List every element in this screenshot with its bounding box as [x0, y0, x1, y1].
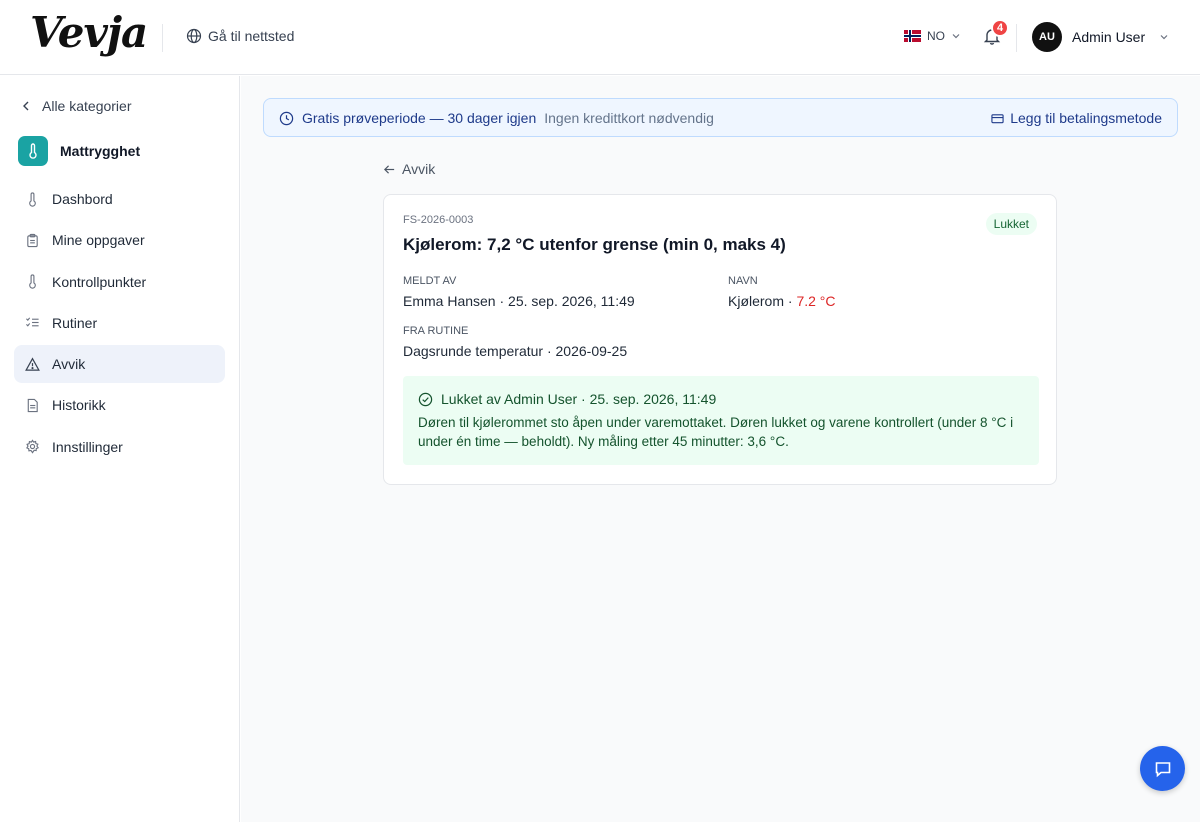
closed-info-box: Lukket av Admin User · 25. sep. 2026, 11…	[403, 376, 1039, 465]
goto-site-label: Gå til nettsted	[208, 28, 295, 44]
sidebar-item-innstillinger[interactable]: Innstillinger	[14, 428, 225, 466]
name-text: Kjølerom ·	[728, 293, 797, 309]
sidebar-item-label: Dashbord	[52, 191, 113, 207]
sidebar-item-label: Rutiner	[52, 314, 98, 331]
sidebar-item-label: Historikk	[52, 397, 106, 414]
trial-subtitle: Ingen kredittkort nødvendig	[544, 110, 714, 126]
closed-by-text: Lukket av Admin User · 25. sep. 2026, 11…	[441, 391, 717, 407]
routine-value: Dagsrunde temperatur · 2026-09-25	[403, 343, 628, 359]
trial-title: Gratis prøveperiode — 30 dager igjen	[302, 110, 537, 126]
credit-card-icon	[991, 113, 1004, 123]
sidebar-item-historikk[interactable]: Historikk	[14, 386, 225, 424]
reported-by-label: MELDT AV	[403, 275, 457, 287]
name-value: Kjølerom · 7.2 °C	[728, 293, 836, 309]
sidebar-item-label: Mine oppgaver	[52, 232, 145, 249]
sidebar-item-label: Kontrollpunkter	[52, 273, 147, 290]
clock-icon	[279, 111, 294, 125]
globe-icon	[186, 28, 202, 44]
deviation-card: FS-2026-0003 Lukket Kjølerom: 7,2 °C ute…	[383, 194, 1057, 485]
top-header: Vevja Gå til nettsted NO 4 AU Admin User	[0, 0, 1200, 75]
clipboard-icon	[27, 233, 38, 247]
arrow-left-icon	[384, 164, 395, 174]
goto-site-link[interactable]: Gå til nettsted	[186, 28, 294, 44]
back-to-categories-label: Alle kategorier	[42, 98, 132, 114]
routine-label: FRA RUTINE	[403, 325, 469, 337]
trial-info: Gratis prøveperiode — 30 dager igjen Ing…	[279, 110, 714, 126]
thermometer-icon	[29, 143, 37, 159]
language-label: NO	[927, 29, 945, 43]
header-divider	[1016, 24, 1017, 52]
back-to-deviations-link[interactable]: Avvik	[383, 161, 435, 177]
trial-banner: Gratis prøveperiode — 30 dager igjen Ing…	[263, 98, 1178, 137]
avatar: AU	[1032, 22, 1062, 52]
check-circle-icon	[418, 392, 433, 406]
gear-icon	[26, 439, 39, 454]
chevron-down-icon	[1160, 35, 1168, 40]
norway-flag-icon	[904, 30, 921, 42]
notification-count-badge: 4	[991, 19, 1009, 37]
thermometer-icon	[29, 191, 36, 207]
closed-description: Døren til kjølerommet sto åpen under var…	[418, 415, 1014, 449]
sidebar-item-dashbord[interactable]: Dashbord	[14, 180, 225, 218]
logo[interactable]: Vevja	[30, 8, 148, 57]
chevron-left-icon	[23, 101, 29, 111]
add-payment-method-button[interactable]: Legg til betalingsmetode	[991, 110, 1162, 126]
chevron-down-icon	[952, 34, 960, 39]
sidebar-item-rutiner[interactable]: Rutiner	[14, 304, 225, 342]
add-payment-method-label: Legg til betalingsmetode	[1010, 110, 1162, 126]
sidebar-item-mine-oppgaver[interactable]: Mine oppgaver	[14, 221, 225, 259]
user-name: Admin User	[1072, 29, 1146, 45]
sidebar: Alle kategorier Mattrygghet Dashbord Min…	[0, 76, 240, 822]
deviation-title: Kjølerom: 7,2 °C utenfor grense (min 0, …	[403, 235, 786, 254]
thermometer-icon	[29, 274, 36, 289]
temperature-value: 7.2 °C	[796, 293, 836, 309]
closed-by-header: Lukket av Admin User · 25. sep. 2026, 11…	[418, 391, 716, 407]
reported-by-value: Emma Hansen · 25. sep. 2026, 11:49	[403, 293, 635, 309]
sidebar-item-label: Avvik	[52, 356, 86, 373]
back-link-label: Avvik	[402, 161, 436, 177]
user-menu[interactable]: AU Admin User	[1032, 22, 1169, 52]
name-label: NAVN	[728, 275, 758, 287]
category-title: Mattrygghet	[60, 143, 141, 159]
deviation-id: FS-2026-0003	[403, 214, 474, 226]
category-header: Mattrygghet	[18, 136, 140, 166]
checklist-icon	[26, 317, 39, 328]
sidebar-nav: Dashbord Mine oppgaver Kontrollpunkter R…	[14, 180, 225, 469]
chat-button[interactable]	[1140, 746, 1185, 791]
sidebar-item-kontrollpunkter[interactable]: Kontrollpunkter	[14, 263, 225, 301]
sidebar-item-label: Innstillinger	[52, 438, 123, 455]
status-badge: Lukket	[985, 213, 1037, 235]
back-to-categories-link[interactable]: Alle kategorier	[20, 98, 132, 114]
chat-bubble-icon	[1155, 761, 1170, 777]
document-icon	[27, 398, 38, 413]
main-content: Gratis prøveperiode — 30 dager igjen Ing…	[241, 76, 1200, 822]
header-divider	[162, 24, 163, 52]
sidebar-item-avvik[interactable]: Avvik	[14, 345, 225, 384]
warning-triangle-icon	[25, 357, 40, 371]
category-icon	[18, 136, 48, 166]
language-selector[interactable]: NO	[904, 29, 961, 43]
